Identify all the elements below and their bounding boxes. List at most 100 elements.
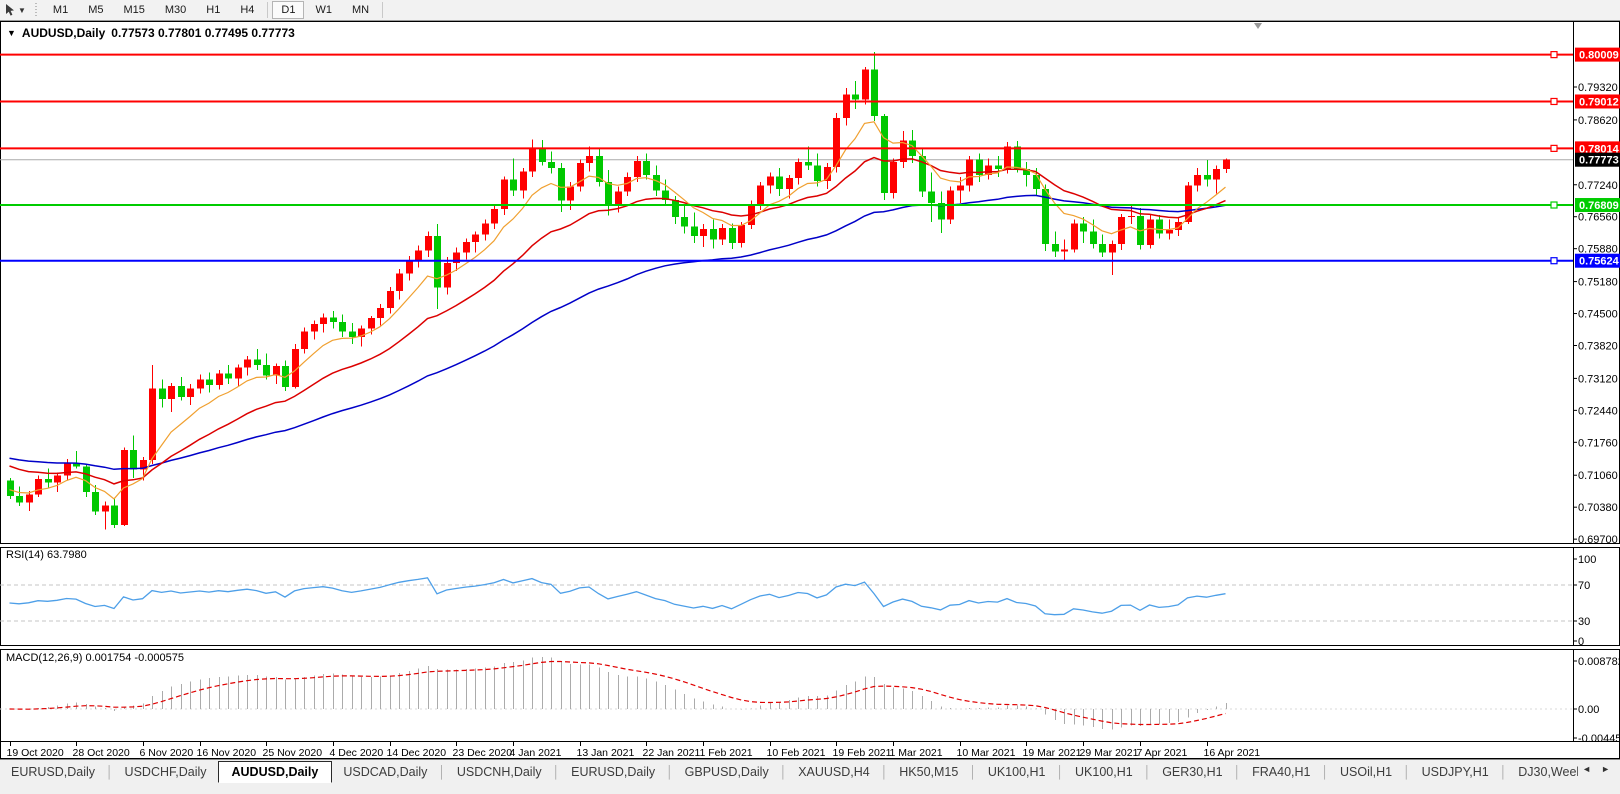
- chart-tab-11-GER30H1[interactable]: GER30,H1: [1151, 762, 1233, 782]
- hline-handle[interactable]: [1550, 97, 1558, 106]
- svg-text:0.77240: 0.77240: [1578, 180, 1618, 192]
- timeframe-button-H4[interactable]: H4: [231, 1, 263, 19]
- svg-text:22 Jan 2021: 22 Jan 2021: [643, 747, 701, 759]
- tab-separator: │: [1143, 765, 1152, 779]
- toolbar-grip[interactable]: [33, 3, 39, 17]
- svg-text:0.73820: 0.73820: [1578, 341, 1618, 353]
- chart-tab-6-GBPUSDDaily[interactable]: GBPUSD,Daily: [674, 762, 780, 782]
- chart-tab-15-DJ30Weekly[interactable]: DJ30,Weekly: [1507, 762, 1578, 782]
- svg-text:29 Mar 2021: 29 Mar 2021: [1080, 747, 1139, 759]
- svg-text:0.77773: 0.77773: [1579, 155, 1619, 167]
- axis-label-0.79012: 0.79012: [1575, 94, 1620, 109]
- svg-text:100: 100: [1578, 554, 1596, 566]
- timeframe-button-MN[interactable]: MN: [343, 1, 378, 19]
- svg-text:0.78620: 0.78620: [1578, 115, 1618, 127]
- timeframe-button-M5[interactable]: M5: [79, 1, 112, 19]
- svg-text:0.75624: 0.75624: [1579, 256, 1620, 268]
- svg-text:30: 30: [1578, 616, 1590, 628]
- tab-separator: │: [779, 765, 788, 779]
- tab-separator: │: [969, 765, 977, 779]
- chart-tab-3-USDCADDaily[interactable]: USDCAD,Daily: [332, 762, 438, 782]
- chart-tab-7-XAUUSDH4[interactable]: XAUUSD,H4: [787, 762, 881, 782]
- svg-text:0.71060: 0.71060: [1578, 470, 1618, 482]
- timeframe-button-D1[interactable]: D1: [272, 1, 305, 19]
- chart-tab-9-UK100H1[interactable]: UK100,H1: [977, 762, 1057, 782]
- chart-tab-14-USDJPYH1[interactable]: USDJPY,H1: [1411, 762, 1500, 782]
- svg-text:70: 70: [1578, 580, 1590, 592]
- toolbar-separator: [267, 2, 269, 18]
- svg-text:19 Oct 2020: 19 Oct 2020: [7, 747, 64, 759]
- chart-tab-2-AUDUSDDaily[interactable]: AUDUSD,Daily: [217, 760, 333, 783]
- chart-tab-bar: EURUSD,Daily │ USDCHF,Daily AUDUSD,Daily USD…: [0, 759, 1620, 794]
- tab-separator: │: [106, 765, 114, 779]
- hline-handle[interactable]: [1550, 51, 1558, 59]
- timeframe-button-M30[interactable]: M30: [156, 1, 195, 19]
- tab-separator: │: [1056, 765, 1065, 779]
- mouse-pointer-icon: [6, 4, 14, 16]
- svg-text:10 Mar 2021: 10 Mar 2021: [957, 747, 1016, 759]
- chart-tab-13-USOilH1[interactable]: USOil,H1: [1329, 762, 1403, 782]
- chart-canvas[interactable]: 0.793200.786200.772400.765600.758800.751…: [0, 21, 1620, 759]
- chart-tab-4-USDCNHDaily[interactable]: USDCNH,Daily: [446, 762, 553, 782]
- timeframe-toolbar: ▼ M1 M5 M15 M30 H1 H4 D1 W1 MN: [0, 0, 1620, 21]
- svg-text:16 Nov 2020: 16 Nov 2020: [197, 747, 257, 759]
- tab-scroll-arrows: ◄ ►: [1578, 760, 1620, 774]
- hline-handle[interactable]: [1550, 201, 1558, 209]
- tab-separator: │: [880, 765, 889, 779]
- svg-text:1 Mar 2021: 1 Mar 2021: [890, 747, 943, 759]
- svg-text:25 Nov 2020: 25 Nov 2020: [263, 747, 323, 759]
- chart-tab-10-UK100H1[interactable]: UK100,H1: [1064, 762, 1144, 782]
- svg-text:4 Dec 2020: 4 Dec 2020: [330, 747, 384, 759]
- tab-separator: │: [552, 765, 561, 779]
- tab-separator: │: [1233, 765, 1242, 779]
- axis-label-0.76809: 0.76809: [1575, 198, 1620, 213]
- svg-text:13 Jan 2021: 13 Jan 2021: [577, 747, 635, 759]
- svg-text:0: 0: [1578, 636, 1584, 648]
- svg-text:4 Jan 2021: 4 Jan 2021: [510, 747, 562, 759]
- svg-text:28 Oct 2020: 28 Oct 2020: [73, 747, 130, 759]
- svg-text:7 Apr 2021: 7 Apr 2021: [1137, 747, 1188, 759]
- tab-scroll-right-icon[interactable]: ►: [1601, 764, 1610, 774]
- svg-text:-0.004451: -0.004451: [1578, 733, 1620, 745]
- timeframe-button-W1[interactable]: W1: [306, 1, 341, 19]
- svg-text:14 Dec 2020: 14 Dec 2020: [387, 747, 447, 759]
- svg-text:19 Mar 2021: 19 Mar 2021: [1023, 747, 1082, 759]
- svg-text:0.76809: 0.76809: [1579, 200, 1619, 212]
- dropdown-caret-icon: ▼: [18, 5, 26, 15]
- hline-handle[interactable]: [1550, 257, 1558, 265]
- timeframe-button-H1[interactable]: H1: [197, 1, 229, 19]
- svg-text:23 Dec 2020: 23 Dec 2020: [453, 747, 513, 759]
- chart-tab-8-HK50M15[interactable]: HK50,M15: [888, 762, 969, 782]
- svg-text:19 Feb 2021: 19 Feb 2021: [833, 747, 892, 759]
- svg-text:1 Feb 2021: 1 Feb 2021: [700, 747, 753, 759]
- svg-text:0.80009: 0.80009: [1579, 50, 1619, 62]
- tab-separator: │: [666, 765, 674, 779]
- svg-text:0.00: 0.00: [1578, 704, 1599, 716]
- chart-tab-0-EURUSDDaily[interactable]: EURUSD,Daily: [0, 762, 106, 782]
- chart-tab-12-FRA40H1[interactable]: FRA40,H1: [1241, 762, 1321, 782]
- svg-text:0.71760: 0.71760: [1578, 437, 1618, 449]
- chart-tab-1-USDCHFDaily[interactable]: USDCHF,Daily: [114, 762, 218, 782]
- toolbar-separator: [382, 2, 384, 18]
- chart-window: 0.79320 0.78620 0.77240 0.76560 0.75880 0.751…: [0, 21, 1620, 759]
- tab-separator: │: [1499, 765, 1508, 779]
- axis-label-0.75624: 0.75624: [1575, 253, 1620, 268]
- svg-text:6 Nov 2020: 6 Nov 2020: [140, 747, 194, 759]
- timeframe-button-M15[interactable]: M15: [114, 1, 153, 19]
- svg-text:10 Feb 2021: 10 Feb 2021: [767, 747, 826, 759]
- svg-text:0.75180: 0.75180: [1578, 277, 1618, 289]
- svg-text:0.72440: 0.72440: [1578, 405, 1618, 417]
- svg-text:0.008782: 0.008782: [1578, 656, 1620, 668]
- timeframe-button-M1[interactable]: M1: [44, 1, 77, 19]
- svg-text:0.73120: 0.73120: [1578, 373, 1618, 385]
- tab-scroll-left-icon[interactable]: ◄: [1582, 764, 1591, 774]
- svg-text:0.76560: 0.76560: [1578, 212, 1618, 224]
- current-price-axis-label: 0.77773: [1575, 152, 1620, 167]
- axis-label-0.80009: 0.80009: [1575, 47, 1620, 62]
- hline-handle[interactable]: [1550, 144, 1558, 152]
- svg-text:0.70380: 0.70380: [1578, 502, 1618, 514]
- cursor-tool-button[interactable]: ▼: [0, 0, 30, 20]
- svg-text:0.79320: 0.79320: [1578, 82, 1618, 94]
- svg-text:0.79012: 0.79012: [1579, 96, 1619, 108]
- chart-tab-5-EURUSDDaily[interactable]: EURUSD,Daily: [560, 762, 666, 782]
